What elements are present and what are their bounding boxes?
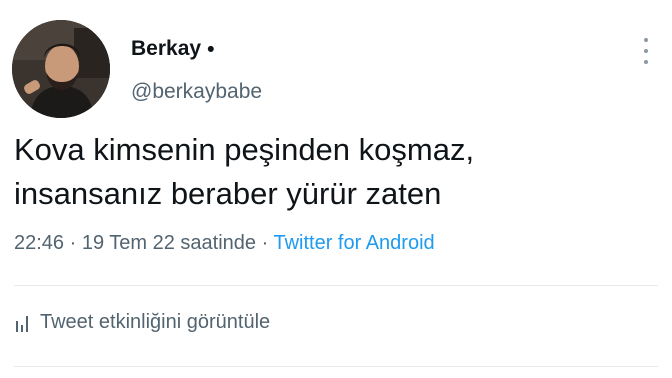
- author-info: Berkay • @berkaybabe: [131, 36, 262, 104]
- tweet-time[interactable]: 22:46: [14, 232, 64, 254]
- user-handle[interactable]: @berkaybabe: [131, 80, 262, 104]
- more-dot: [644, 60, 648, 64]
- more-dot: [644, 38, 648, 42]
- name-row: Berkay •: [131, 36, 262, 62]
- bar-chart-icon: [16, 315, 28, 332]
- tweet-source-link[interactable]: Twitter for Android: [273, 232, 434, 254]
- name-dot: •: [207, 37, 215, 61]
- display-name[interactable]: Berkay: [131, 37, 201, 61]
- view-tweet-activity-label: Tweet etkinliğini görüntüle: [40, 311, 271, 333]
- view-tweet-activity-link[interactable]: Tweet etkinliğini görüntüle: [16, 311, 270, 334]
- more-vertical-icon[interactable]: [642, 38, 650, 64]
- more-dot: [644, 49, 648, 53]
- divider: [14, 285, 658, 286]
- tweet-card: Berkay • @berkaybabe Kova kimsenin peşin…: [0, 0, 672, 378]
- tweet-text-line: insansanız beraber yürür zaten: [14, 176, 442, 211]
- divider: [14, 366, 658, 367]
- meta-separator: ·: [64, 232, 82, 254]
- avatar-photo: [12, 20, 110, 118]
- meta-separator: ·: [256, 232, 274, 254]
- tweet-text: Kova kimsenin peşinden koşmaz, insansanı…: [14, 128, 654, 216]
- tweet-text-line: Kova kimsenin peşinden koşmaz,: [14, 132, 475, 167]
- tweet-meta: 22:46 · 19 Tem 22 saatinde · Twitter for…: [14, 232, 435, 255]
- tweet-date[interactable]: 19 Tem 22 saatinde: [82, 232, 256, 254]
- avatar[interactable]: [12, 20, 110, 118]
